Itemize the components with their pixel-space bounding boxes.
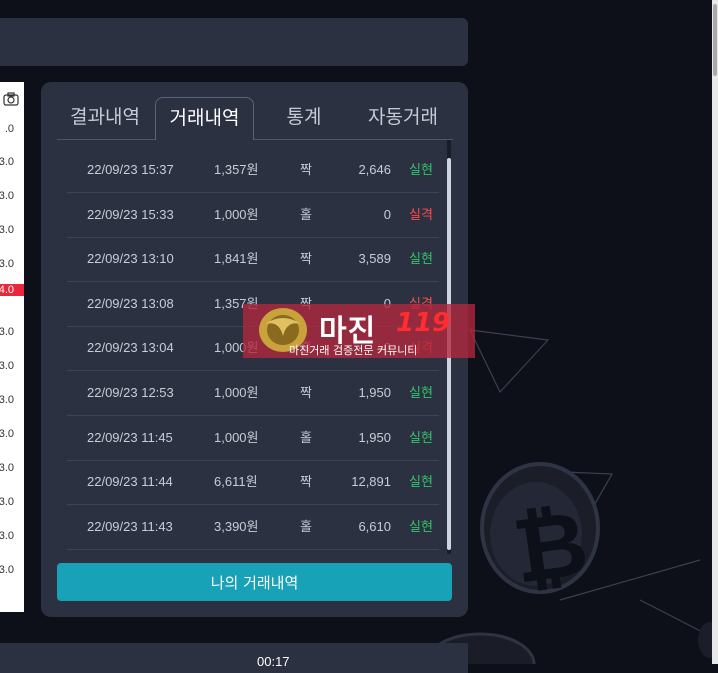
chart-axis-label: 3.0 xyxy=(0,258,14,270)
trade-row: 22/09/23 13:10 1,841원 짝 3,589 실현 xyxy=(67,237,439,283)
trade-payout: 1,950 xyxy=(358,429,391,445)
trade-result: 실현 xyxy=(409,429,433,445)
trade-pick: 짝 xyxy=(300,251,312,267)
camera-icon[interactable] xyxy=(3,92,19,106)
trade-row: 22/09/23 11:44 6,611원 짝 12,891 실현 xyxy=(67,460,439,506)
chart-axis-label: 3.0 xyxy=(0,530,14,542)
trade-date: 22/09/23 13:08 xyxy=(87,295,174,311)
trade-pick: 홀 xyxy=(300,206,312,222)
watermark-logo: 마진 119 마진거래 검증전문 커뮤니티 xyxy=(243,304,475,358)
tab-stats[interactable]: 통계 xyxy=(267,97,341,139)
chart-axis-label: 3.0 xyxy=(0,156,14,168)
countdown-timer: 00:17 xyxy=(257,654,290,669)
chart-axis-label: 3.0 xyxy=(0,326,14,338)
tab-results[interactable]: 결과내역 xyxy=(57,97,153,139)
trade-pick: 짝 xyxy=(300,162,312,177)
watermark-subtitle: 마진거래 검증전문 커뮤니티 xyxy=(289,344,418,357)
chart-axis-label: 3.0 xyxy=(0,224,14,236)
page-scroll-thumb[interactable] xyxy=(713,4,717,76)
trade-row: 22/09/23 15:37 1,357원 짝 2,646 실현 xyxy=(67,148,439,193)
trade-result: 실현 xyxy=(409,474,433,490)
svg-text:₿: ₿ xyxy=(507,490,594,604)
trade-date: 22/09/23 12:53 xyxy=(87,385,174,400)
trade-date: 22/09/23 11:45 xyxy=(87,429,173,445)
tab-trades[interactable]: 거래내역 xyxy=(155,97,254,140)
chart-axis-label: 3.0 xyxy=(0,394,14,406)
trade-row: 22/09/23 11:43 3,390원 홀 6,610 실현 xyxy=(67,505,439,550)
trade-pick: 홀 xyxy=(300,429,312,445)
trade-payout: 2,646 xyxy=(358,162,391,177)
page-scrollbar[interactable] xyxy=(712,0,718,664)
trade-pick: 짝 xyxy=(300,474,312,490)
trade-payout: 12,891 xyxy=(351,474,391,490)
trade-amount: 6,611원 xyxy=(214,474,258,490)
trade-row: 22/09/23 11:45 1,000원 홀 1,950 실현 xyxy=(67,416,439,461)
bitcoin-coin-icon: ₿ xyxy=(480,462,600,605)
trade-amount: 3,390원 xyxy=(214,518,259,534)
trade-row: 22/09/23 12:53 1,000원 짝 1,950 실현 xyxy=(67,371,439,416)
chart-axis-label: 3.0 xyxy=(0,360,14,372)
trade-amount: 1,000원 xyxy=(214,206,259,222)
chart-axis-label: 4.0 xyxy=(0,284,24,296)
watermark-number: 119 xyxy=(396,308,451,338)
trade-result: 실현 xyxy=(409,518,433,534)
my-trade-history-button[interactable]: 나의 거래내역 xyxy=(57,563,452,601)
trade-result: 실현 xyxy=(409,251,433,267)
top-bar xyxy=(0,18,468,66)
trade-result: 실현 xyxy=(409,385,433,400)
trade-amount: 1,000원 xyxy=(214,385,259,400)
trade-payout: 1,950 xyxy=(358,385,391,400)
trade-payout: 0 xyxy=(383,206,391,222)
trade-result: 실현 xyxy=(409,162,433,177)
chart-axis-label: .0 xyxy=(4,123,14,135)
tab-auto-trade[interactable]: 자동거래 xyxy=(355,97,451,139)
chart-strip: .0 3.0 3.0 3.0 3.0 4.0 3.0 3.0 3.0 3.0 3.0 3.0 3.0 3.… xyxy=(0,82,24,612)
chart-axis-label: 3.0 xyxy=(0,564,14,576)
bottom-bar xyxy=(0,643,468,673)
trade-date: 22/09/23 11:44 xyxy=(87,474,173,490)
trade-row: 22/09/23 15:33 1,000원 홀 0 실격 xyxy=(67,193,439,238)
tab-bar: 결과내역 거래내역 통계 자동거래 xyxy=(57,97,453,140)
chart-axis-label: 3.0 xyxy=(0,190,14,202)
trade-pick: 짝 xyxy=(300,385,312,400)
trade-amount: 1,841원 xyxy=(214,251,259,267)
trade-pick: 홀 xyxy=(300,518,312,534)
trade-amount: 1,000원 xyxy=(214,429,259,445)
trade-date: 22/09/23 15:33 xyxy=(87,206,174,222)
trade-payout: 6,610 xyxy=(358,518,391,534)
chart-axis-label: 3.0 xyxy=(0,462,14,474)
trade-date: 22/09/23 15:37 xyxy=(87,162,174,177)
trade-date: 22/09/23 13:04 xyxy=(87,340,174,356)
trade-date: 22/09/23 13:10 xyxy=(87,251,174,267)
trade-date: 22/09/23 11:43 xyxy=(87,518,173,534)
trade-result: 실격 xyxy=(409,206,433,222)
trade-amount: 1,357원 xyxy=(214,162,259,177)
chart-axis-label: 3.0 xyxy=(0,496,14,508)
trade-payout: 3,589 xyxy=(358,251,391,267)
chart-axis-label: 3.0 xyxy=(0,428,14,440)
